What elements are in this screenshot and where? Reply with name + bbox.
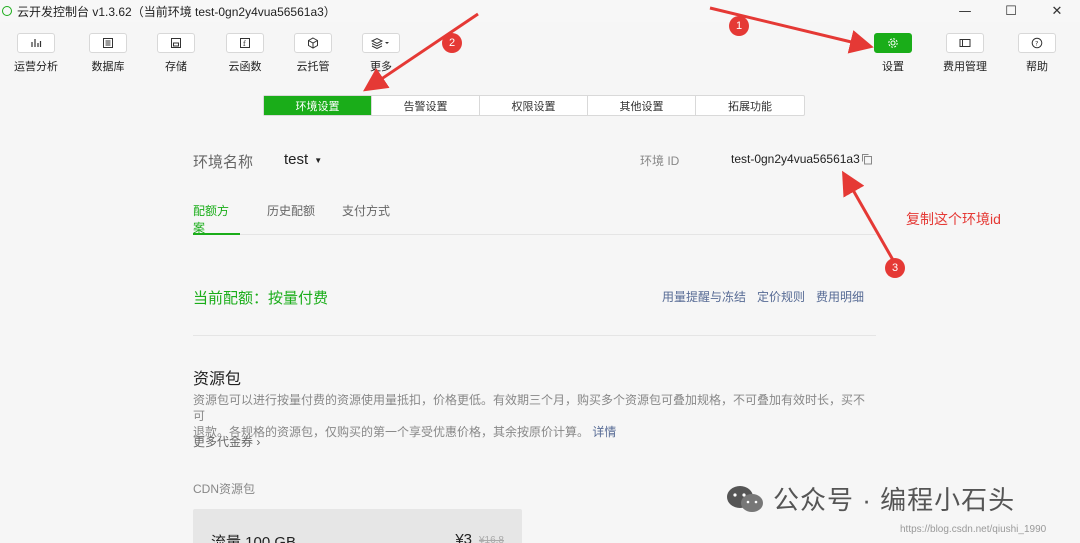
toolbar-label: 云函数 [228,61,262,73]
storage-icon[interactable] [157,33,195,53]
env-info-row: 环境名称 test ▼ 环境 ID test-0gn2y4vua56561a3 [193,150,876,172]
toolbar-cloud-hosting[interactable]: 云托管 [283,33,343,74]
wechat-icon [727,485,763,512]
copy-icon[interactable] [861,153,873,165]
usage-alert-link[interactable]: 用量提醒与冻结 [662,288,746,305]
svg-text:f: f [243,40,247,48]
env-id-label: 环境 ID [640,154,680,168]
toolbar-storage[interactable]: 存储 [146,33,206,74]
more-coupons-link[interactable]: 更多代金券 › [193,433,260,450]
annotation-arrows [363,6,895,261]
toolbar-label: 数据库 [91,61,125,73]
toolbar-billing[interactable]: 费用管理 [935,33,995,74]
tab-alert-settings[interactable]: 告警设置 [372,96,480,115]
close-button[interactable]: ✕ [1034,0,1080,22]
cube-icon[interactable] [294,33,332,53]
minimize-button[interactable]: — [942,0,988,22]
toolbar-analytics[interactable]: 运营分析 [6,33,66,74]
subtab-quota-plan[interactable]: 配额方案 [193,202,240,235]
toolbar-label: 运营分析 [14,61,58,73]
watermark: 公众号 · 编程小石头 [725,480,1015,517]
annotation-badge-1: 1 [729,16,749,36]
window-controls: — ☐ ✕ [942,0,1080,22]
database-icon[interactable] [89,33,127,53]
current-quota: 当前配额：按量付费 [193,290,329,307]
toolbar-label: 云托管 [296,61,330,73]
window-title: 云开发控制台 v1.3.62（当前环境 test-0gn2y4vua56561a… [17,4,336,19]
card-icon[interactable] [946,33,984,53]
details-link[interactable]: 详情 [592,425,616,439]
watermark-text: 公众号 · 编程小石头 [773,485,1016,515]
pricing-rules-link[interactable]: 定价规则 [757,288,805,305]
toolbar-label: 费用管理 [943,61,987,73]
maximize-button[interactable]: ☐ [988,0,1034,22]
toolbar-label: 设置 [882,61,904,73]
subtab-quota-history[interactable]: 历史配额 [267,202,315,235]
cdn-package-card[interactable]: 流量 100 GB ¥3 ¥16.8 [193,509,522,543]
tab-other-settings[interactable]: 其他设置 [588,96,696,115]
package-title: 资源包 [193,371,242,388]
billing-details-link[interactable]: 费用明细 [816,288,864,305]
divider [193,335,876,336]
cdn-item-original-price: ¥16.8 [478,535,504,543]
function-icon[interactable]: f [226,33,264,53]
gear-icon[interactable] [874,33,912,53]
toolbar-label: 帮助 [1026,61,1048,73]
cdn-package-label: CDN资源包 [193,482,255,496]
env-name-label: 环境名称 [193,154,254,171]
toolbar-functions[interactable]: f 云函数 [215,33,275,74]
toolbar-help[interactable]: ? 帮助 [1007,33,1067,74]
tab-extensions[interactable]: 拓展功能 [696,96,804,115]
toolbar-label: 存储 [165,61,187,73]
package-desc-line1: 资源包可以进行按量付费的资源使用量抵扣，价格更低。有效期三个月，购买多个资源包可… [193,393,866,423]
toolbar-settings[interactable]: 设置 [863,33,923,74]
caret-down-icon: ▼ [314,155,323,165]
quota-subtabs: 配额方案 历史配额 支付方式 [193,202,876,235]
bar-chart-icon[interactable] [17,33,55,53]
annotation-badge-3: 3 [885,258,905,278]
package-description: 资源包可以进行按量付费的资源使用量抵扣，价格更低。有效期三个月，购买多个资源包可… [193,392,873,440]
tab-permission-settings[interactable]: 权限设置 [480,96,588,115]
cdn-item-price: ¥3 [455,531,472,543]
annotation-note: 复制这个环境id [906,211,1001,227]
tab-env-settings[interactable]: 环境设置 [264,96,372,115]
env-select[interactable]: test ▼ [284,151,322,168]
cdn-item-name: 流量 100 GB [211,534,297,543]
toolbar-more[interactable]: 更多 [351,33,411,74]
toolbar-label: 更多 [370,61,392,73]
help-icon[interactable]: ? [1018,33,1056,53]
app-logo-icon [2,6,12,16]
svg-text:?: ? [1035,40,1038,48]
quota-links: 用量提醒与冻结 定价规则 费用明细 [662,288,864,305]
env-id-value: test-0gn2y4vua56561a3 [731,152,860,166]
settings-tabs: 环境设置 告警设置 权限设置 其他设置 拓展功能 [263,95,805,116]
subtab-payment-method[interactable]: 支付方式 [342,202,390,235]
annotation-badge-2: 2 [442,33,462,53]
env-select-value: test [284,151,309,168]
layers-icon[interactable] [362,33,400,53]
main-toolbar: 运营分析 数据库 存储 f 云函数 云托管 更多 设置 费用管理 ? 帮助 [0,22,1080,76]
window-titlebar: 云开发控制台 v1.3.62（当前环境 test-0gn2y4vua56561a… [0,0,1080,22]
csdn-watermark: https://blog.csdn.net/qiushi_1990 [900,524,1047,535]
toolbar-database[interactable]: 数据库 [78,33,138,74]
